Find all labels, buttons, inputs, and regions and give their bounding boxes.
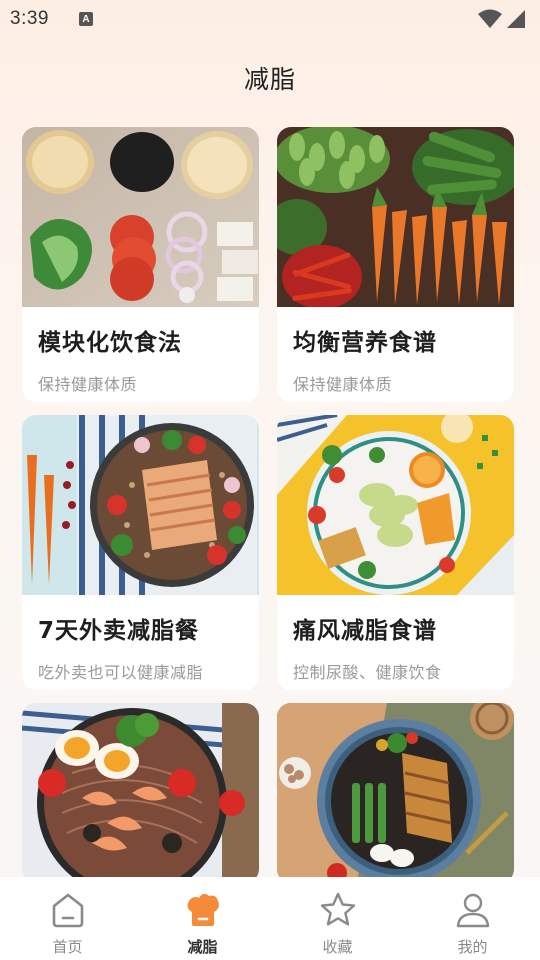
recipe-card[interactable]: 痛风减脂食谱 控制尿酸、健康饮食 (277, 415, 514, 690)
card-title: 均衡营养食谱 (293, 330, 437, 356)
chef-hat-icon (187, 893, 219, 926)
recipe-card[interactable]: 均衡营养食谱 保持健康体质 (277, 127, 514, 402)
bottom-tab-bar: 首页 减脂 收藏 我的 (0, 877, 540, 960)
text-a-icon: A (78, 12, 93, 26)
wifi-icon (478, 9, 502, 28)
status-time: 3:39 (10, 8, 49, 29)
card-image (277, 127, 514, 307)
status-bar: 3:39 A (0, 0, 540, 38)
recipe-card[interactable] (277, 703, 514, 883)
card-title: 模块化饮食法 (38, 330, 182, 356)
card-subtitle: 保持健康体质 (38, 375, 138, 394)
tab-fat-loss[interactable]: 减脂 (135, 877, 270, 960)
recipe-card[interactable]: 7天外卖减脂餐 吃外卖也可以健康减脂 (22, 415, 259, 690)
tab-mine[interactable]: 我的 (405, 877, 540, 960)
tab-label: 我的 (457, 938, 488, 956)
card-subtitle: 控制尿酸、健康饮食 (293, 663, 442, 682)
card-image (22, 415, 259, 595)
home-icon (52, 893, 83, 928)
signal-icon (507, 10, 525, 28)
tab-label: 收藏 (322, 938, 353, 956)
recipe-card[interactable] (22, 703, 259, 883)
page-title: 减脂 (243, 65, 296, 94)
person-icon (456, 893, 489, 928)
card-title: 痛风减脂食谱 (293, 618, 437, 644)
card-title: 7天外卖减脂餐 (38, 618, 200, 644)
tab-label: 减脂 (187, 938, 218, 956)
card-subtitle: 吃外卖也可以健康减脂 (38, 663, 204, 682)
status-icons (478, 9, 526, 29)
card-image (22, 127, 259, 307)
card-image (277, 415, 514, 595)
star-icon (320, 892, 355, 926)
card-image (22, 703, 259, 883)
tab-home[interactable]: 首页 (0, 877, 135, 960)
card-image (277, 703, 514, 883)
card-subtitle: 保持健康体质 (293, 375, 393, 394)
tab-label: 首页 (52, 938, 83, 956)
recipe-card[interactable]: 模块化饮食法 保持健康体质 (22, 127, 259, 402)
tab-favorites[interactable]: 收藏 (270, 877, 405, 960)
